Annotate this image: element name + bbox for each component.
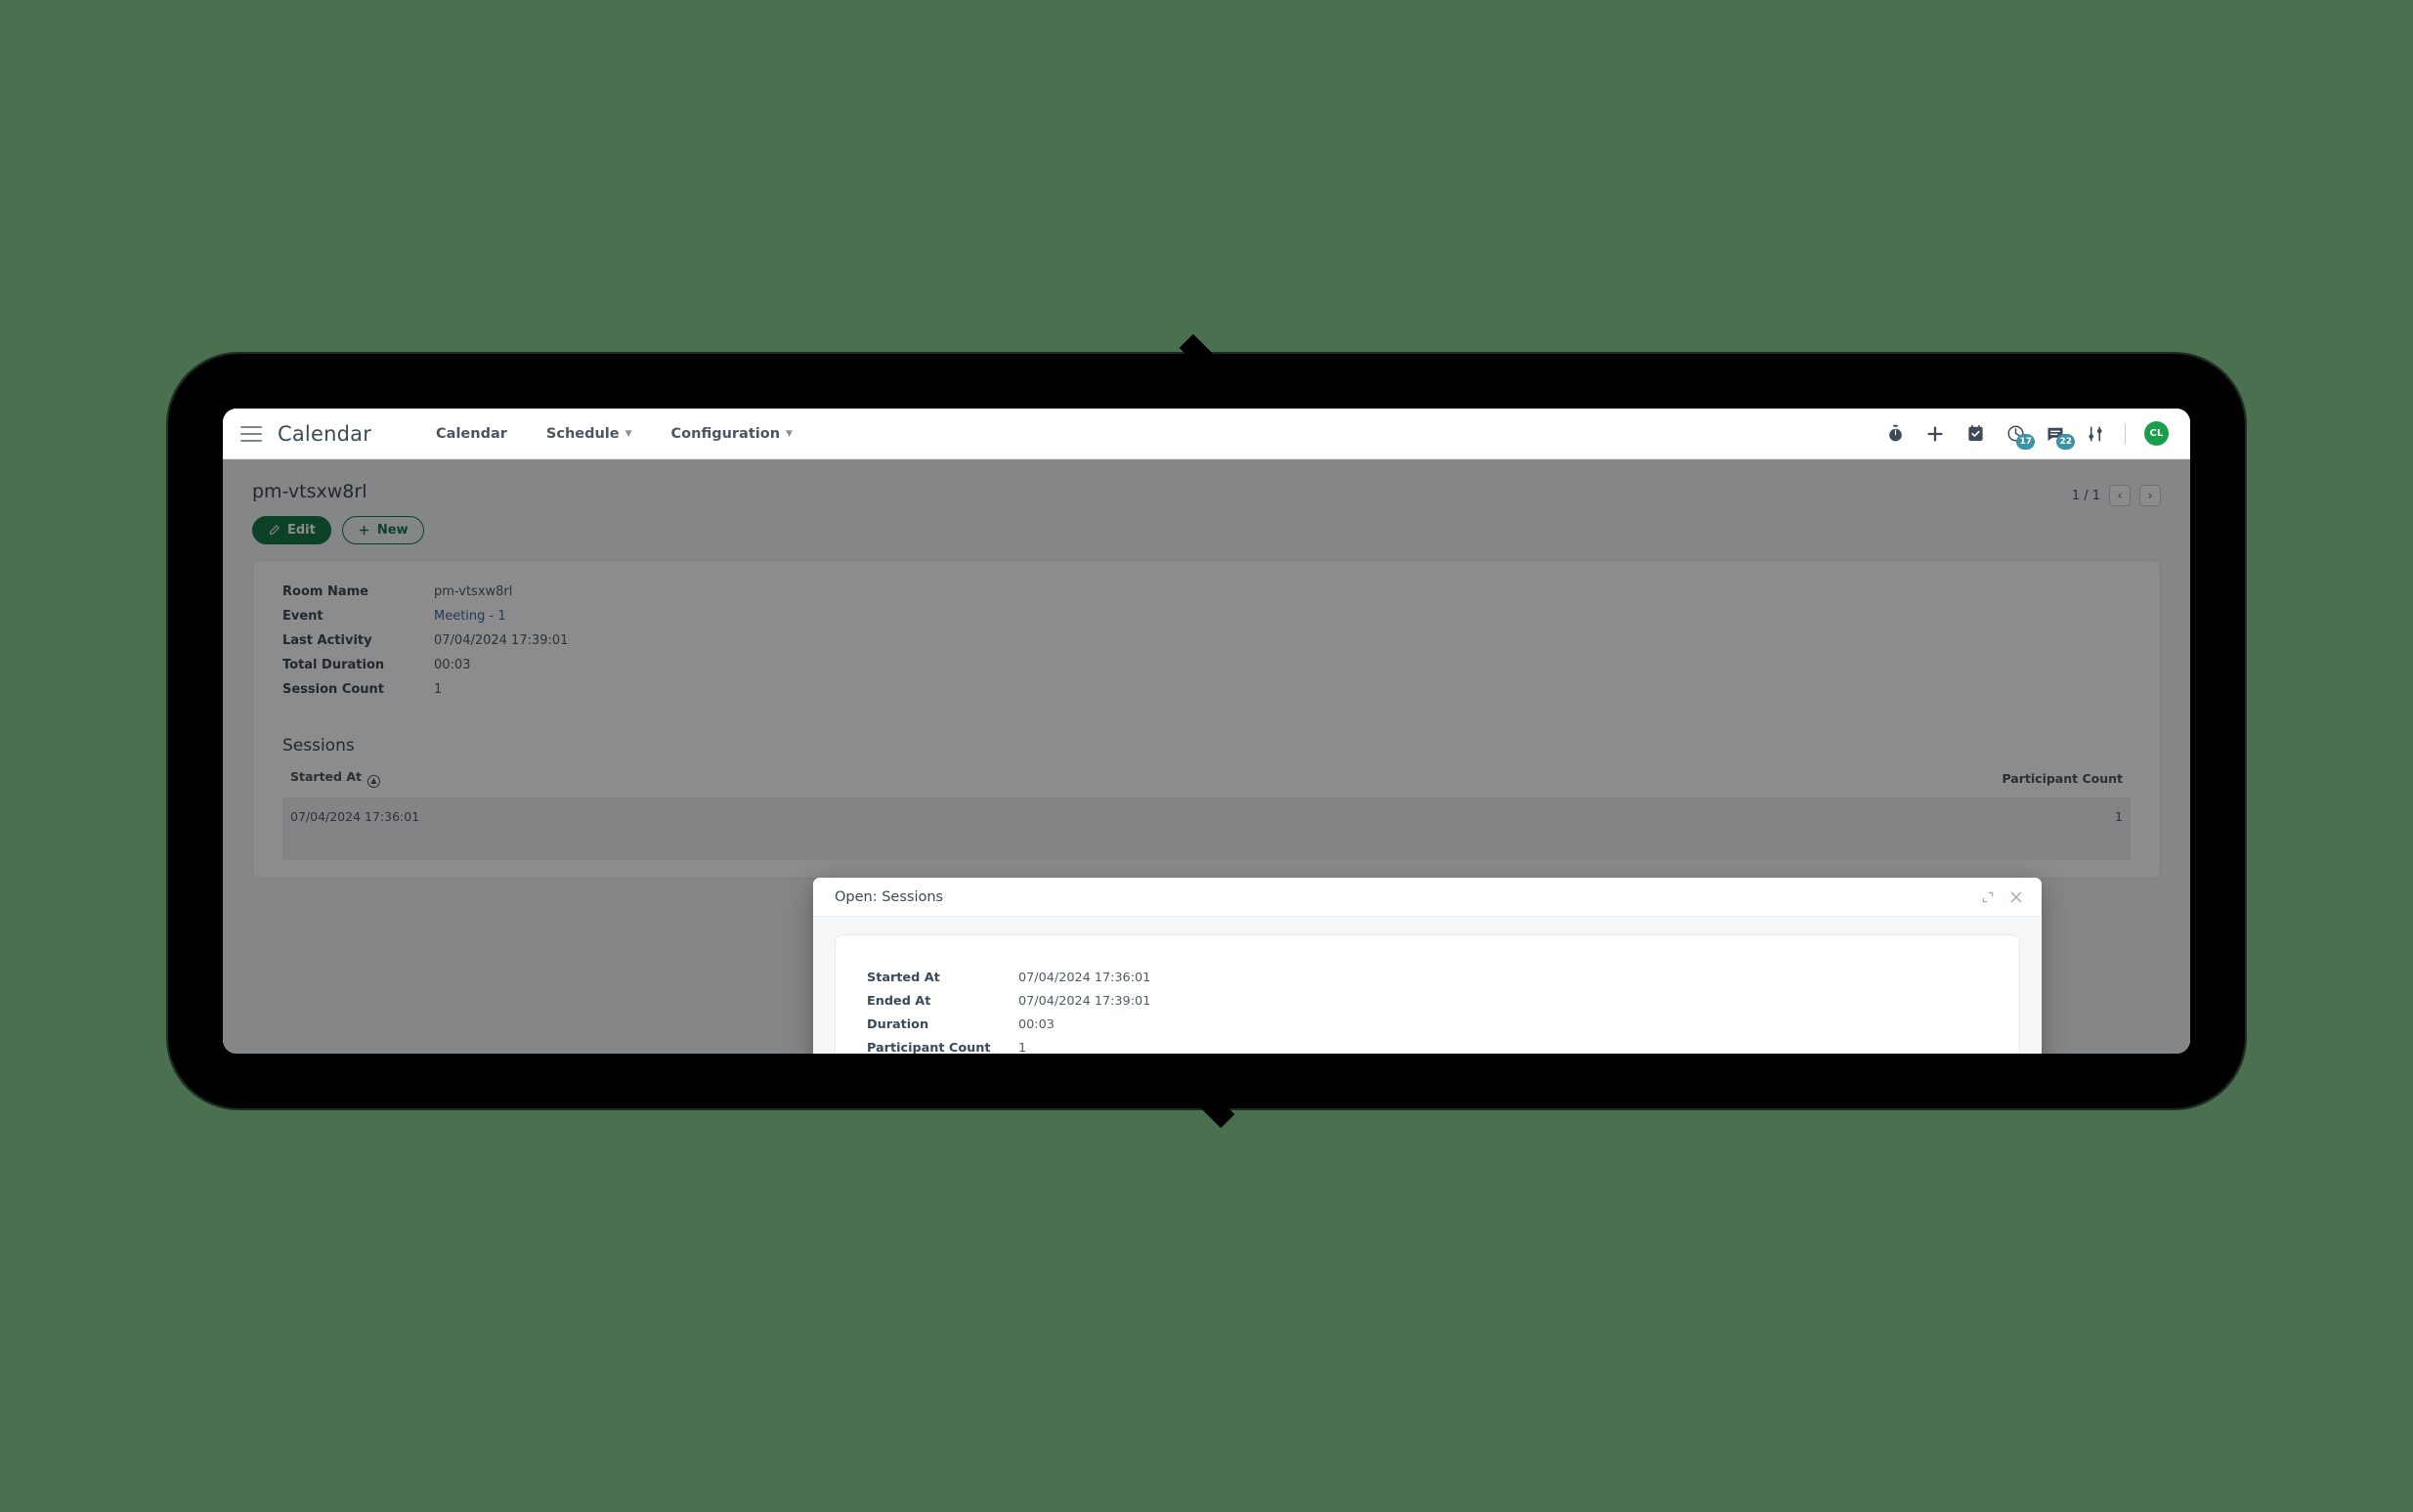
- field-value: 07/04/2024 17:39:01: [434, 633, 569, 648]
- record-field-list: Room Name pm-vtsxw8rl Event Meeting - 1 …: [282, 584, 2131, 697]
- modal-body: Started At 07/04/2024 17:36:01 Ended At …: [813, 917, 2042, 1054]
- field-row-event: Event Meeting - 1: [282, 609, 2131, 624]
- table-row[interactable]: 07/04/2024 17:36:01 1: [282, 798, 2131, 835]
- column-header-participant-count[interactable]: Participant Count: [1233, 769, 2131, 799]
- page-title: pm-vtsxw8rl: [252, 481, 367, 502]
- plus-icon: [359, 525, 368, 536]
- clock-icon[interactable]: 17: [2004, 423, 2035, 450]
- field-row-session-count: Session Count 1: [282, 682, 2131, 697]
- field-label: Session Count: [282, 682, 385, 697]
- field-label: Participant Count: [867, 1041, 991, 1054]
- field-label: Total Duration: [282, 658, 385, 672]
- field-value: 00:03: [1018, 1017, 1055, 1032]
- nav-item-configuration[interactable]: Configuration ▼: [671, 426, 793, 442]
- session-summary-fields: Started At 07/04/2024 17:36:01 Ended At …: [867, 971, 1988, 1054]
- nav-item-label: Calendar: [436, 425, 507, 442]
- pagination-label: 1 / 1: [2071, 488, 2100, 503]
- pencil-icon: [270, 525, 280, 535]
- app-viewport: Calendar Calendar Schedule ▼ Configurati…: [223, 409, 2190, 1054]
- device-frame: Calendar Calendar Schedule ▼ Configurati…: [223, 409, 2190, 1054]
- cell-started-at: 07/04/2024 17:36:01: [282, 798, 1234, 835]
- nav-item-schedule[interactable]: Schedule ▼: [546, 426, 632, 442]
- field-label: Last Activity: [282, 633, 372, 648]
- nav-item-label: Schedule: [545, 425, 620, 442]
- sliders-icon[interactable]: [2085, 423, 2106, 445]
- chevron-down-icon: ▼: [786, 428, 793, 439]
- field-row-participant-count: Participant Count 1: [867, 1041, 1988, 1054]
- record-detail-card: Room Name pm-vtsxw8rl Event Meeting - 1 …: [252, 560, 2161, 879]
- column-header-label: Participant Count: [2002, 770, 2123, 786]
- field-row-duration: Duration 00:03: [867, 1017, 1988, 1032]
- notification-badge: 17: [2016, 433, 2035, 450]
- pagination: 1 / 1 ‹ ›: [2072, 481, 2161, 506]
- nav-item-label: Configuration: [670, 425, 781, 442]
- edit-button[interactable]: Edit: [252, 516, 331, 544]
- field-value: 07/04/2024 17:39:01: [1018, 994, 1151, 1009]
- cell-participant-count: 1: [1233, 798, 2131, 835]
- chat-icon[interactable]: 22: [2045, 423, 2075, 450]
- sort-ascending-icon[interactable]: ▲: [366, 774, 380, 788]
- expand-icon[interactable]: [1981, 890, 1995, 904]
- chevron-down-icon: ▼: [625, 428, 632, 439]
- field-row-room-name: Room Name pm-vtsxw8rl: [282, 584, 2131, 599]
- toolbar-divider: [2125, 422, 2126, 445]
- modal-title: Open: Sessions: [835, 888, 944, 905]
- edit-button-label: Edit: [287, 523, 316, 538]
- field-value: 07/04/2024 17:36:01: [1018, 971, 1151, 985]
- table-header-row: Started At ▲ Participant Count: [282, 769, 2131, 799]
- field-label: Ended At: [867, 994, 931, 1009]
- field-value: 00:03: [434, 658, 471, 672]
- main-nav: Calendar Schedule ▼ Configuration ▼: [436, 426, 793, 442]
- field-label: Room Name: [282, 584, 368, 599]
- field-row-ended-at: Ended At 07/04/2024 17:39:01: [867, 994, 1988, 1009]
- pagination-next-button[interactable]: ›: [2139, 485, 2161, 506]
- field-label: Duration: [867, 1017, 929, 1032]
- pagination-prev-button[interactable]: ‹: [2109, 485, 2131, 506]
- avatar[interactable]: CL: [2144, 421, 2169, 446]
- table-filler-row: [282, 834, 2131, 860]
- field-row-started-at: Started At 07/04/2024 17:36:01: [867, 971, 1988, 985]
- stopwatch-icon[interactable]: [1884, 423, 1906, 445]
- app-bar-actions: 17 22 CL: [1884, 421, 2169, 450]
- record-action-row: Edit New: [252, 516, 424, 544]
- column-header-label: Started At: [290, 769, 362, 784]
- modal-header: Open: Sessions: [813, 878, 2042, 917]
- new-button-label: New: [376, 523, 409, 538]
- sessions-modal: Open: Sessions Started At 07/04/2024 17:…: [813, 878, 2042, 1054]
- close-icon[interactable]: [2008, 889, 2024, 905]
- new-button[interactable]: New: [341, 516, 424, 544]
- field-label: Started At: [867, 971, 940, 985]
- app-bar: Calendar Calendar Schedule ▼ Configurati…: [223, 409, 2190, 459]
- field-value: 1: [1018, 1041, 1027, 1054]
- plus-icon[interactable]: [1924, 423, 1946, 445]
- field-row-last-activity: Last Activity 07/04/2024 17:39:01: [282, 633, 2131, 648]
- page-header: pm-vtsxw8rl Edit New 1 / 1 ‹ ›: [223, 459, 2190, 544]
- field-value: 1: [434, 682, 443, 697]
- nav-item-calendar[interactable]: Calendar: [436, 426, 507, 442]
- sessions-table: Started At ▲ Participant Count 07/04/2024…: [282, 769, 2131, 860]
- modal-content-card: Started At 07/04/2024 17:36:01 Ended At …: [835, 934, 2020, 1054]
- modal-header-actions: [1981, 889, 2024, 905]
- field-row-total-duration: Total Duration 00:03: [282, 658, 2131, 672]
- notification-badge: 22: [2056, 433, 2075, 450]
- sessions-heading: Sessions: [282, 736, 355, 756]
- calendar-check-icon[interactable]: [1964, 423, 1986, 445]
- field-label: Event: [282, 609, 323, 624]
- app-title: Calendar: [278, 421, 372, 446]
- field-value-event-link[interactable]: Meeting - 1: [434, 609, 506, 624]
- hamburger-menu-icon[interactable]: [240, 425, 262, 442]
- field-value: pm-vtsxw8rl: [434, 584, 513, 599]
- column-header-started-at[interactable]: Started At ▲: [282, 769, 1234, 799]
